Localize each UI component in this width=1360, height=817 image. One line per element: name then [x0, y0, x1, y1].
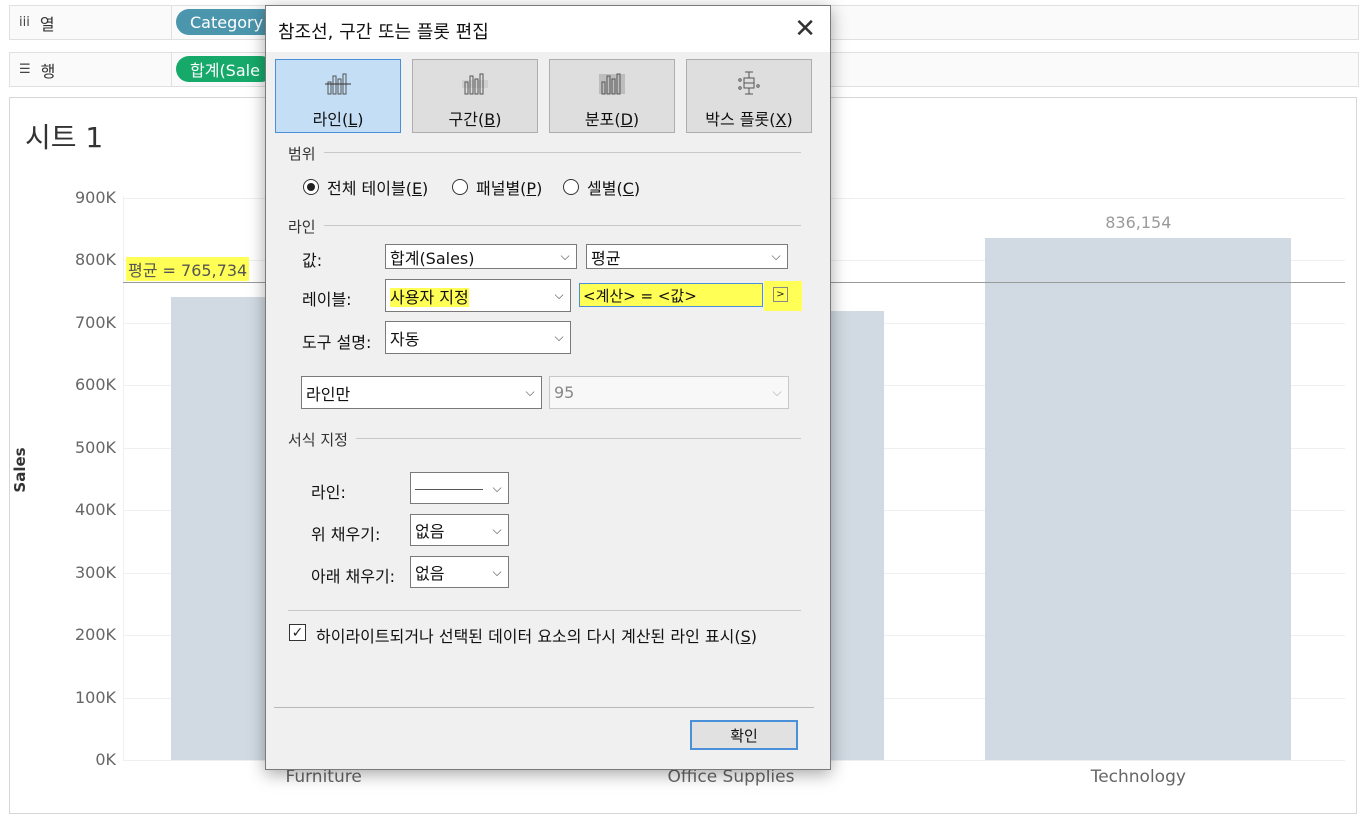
x-tick-label: Furniture [285, 767, 362, 787]
category-pill[interactable]: Category [176, 9, 278, 35]
y-tick-label: 200K [74, 625, 116, 645]
tab-distribution[interactable]: 분포(D) [549, 59, 675, 133]
label-text-input[interactable]: <계산> = <값> [579, 283, 763, 307]
y-axis-line [123, 196, 124, 761]
fill-above-select[interactable]: 없음 ⌵ [410, 514, 509, 546]
fill-below-select[interactable]: 없음 ⌵ [410, 556, 509, 588]
distribution-icon [599, 73, 625, 95]
tab-box-plot-label: 박스 플롯 [705, 110, 770, 129]
close-icon[interactable]: ✕ [794, 14, 816, 44]
chevron-down-icon: ⌵ [772, 385, 782, 399]
sheet-title: 시트 1 [25, 121, 104, 154]
y-tick-label: 500K [74, 437, 116, 457]
tab-distribution-label: 분포 [584, 110, 615, 129]
y-tick-label: 900K [74, 188, 116, 207]
tab-box-plot[interactable]: 박스 플롯(X) [686, 59, 812, 133]
reference-line-label: 평균 = 765,734 [126, 256, 250, 281]
chevron-down-icon: ⌵ [492, 564, 502, 579]
tab-band-label: 구간 [448, 110, 478, 129]
recalc-checkbox-label[interactable]: 하이라이트되거나 선택된 데이터 요소의 다시 계산된 라인 표시(S) [316, 623, 757, 647]
line-style-label: 라인: [311, 483, 346, 502]
y-tick-label: 400K [74, 500, 116, 520]
line-type-select[interactable]: 라인만 ⌵ [301, 376, 542, 409]
rows-shelf-label: ☰ 행 [10, 53, 172, 86]
line-style-swatch [415, 488, 483, 490]
chevron-down-icon: ⌵ [554, 288, 564, 302]
format-group-label: 서식 지정 [288, 429, 356, 450]
rows-icon: ☰ [19, 62, 31, 77]
y-tick-label: 100K [74, 687, 116, 707]
tab-line[interactable]: 라인(L) [275, 59, 401, 133]
fill-below-label: 아래 채우기: [311, 567, 396, 586]
chevron-down-icon: ⌵ [771, 249, 781, 263]
chevron-down-icon: ⌵ [560, 249, 570, 263]
x-tick-label: Technology [1090, 767, 1186, 787]
columns-shelf-label: iii 열 [10, 6, 172, 39]
check-icon: ✓ [291, 624, 304, 641]
format-divider [288, 438, 801, 439]
y-tick-label: 700K [74, 312, 116, 332]
line-group-label: 라인 [288, 216, 324, 237]
value-field-select[interactable]: 합계(Sales) ⌵ [385, 244, 577, 269]
footer-divider [274, 707, 814, 708]
label-label: 레이블: [302, 290, 352, 309]
value-label: 값: [302, 251, 323, 270]
radio-circle [563, 179, 579, 195]
sales-pill[interactable]: 합계(Sale [176, 56, 274, 82]
chevron-down-icon: ⌵ [525, 385, 535, 399]
y-tick-label: 800K [74, 250, 116, 270]
y-tick-label: 0K [95, 750, 116, 769]
dialog-title: 참조선, 구간 또는 플롯 편집 [278, 22, 489, 43]
scope-divider [288, 152, 801, 153]
recalc-checkbox[interactable]: ✓ [289, 624, 306, 641]
tooltip-select[interactable]: 자동 ⌵ [385, 321, 571, 354]
radio-per-cell[interactable]: 셀별(C) [563, 175, 640, 199]
tab-line-label: 라인 [312, 110, 343, 129]
line-divider [288, 225, 801, 226]
dialog-titlebar: 참조선, 구간 또는 플롯 편집 ✕ [266, 6, 830, 52]
x-tick-label: Office Supplies [667, 767, 795, 787]
insert-field-button[interactable]: > [773, 287, 788, 302]
y-tick-label: 600K [74, 375, 116, 395]
band-icon [462, 73, 488, 95]
line-style-select[interactable]: ⌵ [410, 472, 509, 504]
radio-per-pane[interactable]: 패널별(P) [452, 175, 542, 199]
box-plot-icon [738, 71, 760, 95]
line-chart-icon [325, 73, 351, 95]
radio-circle [452, 179, 468, 195]
chevron-down-icon: ⌵ [492, 522, 502, 537]
fill-above-label: 위 채우기: [311, 525, 381, 544]
radio-entire-table[interactable]: 전체 테이블(E) [303, 175, 428, 199]
bar-technology[interactable] [985, 237, 1292, 760]
label-type-select[interactable]: 사용자 지정 ⌵ [385, 279, 571, 312]
reference-line-dialog: 참조선, 구간 또는 플롯 편집 ✕ 라인(L) 구간(B) 분포(D) 박스 … [265, 5, 831, 770]
tooltip-label: 도구 설명: [302, 333, 372, 352]
confidence-select: 95 ⌵ [549, 376, 789, 409]
radio-circle [303, 179, 319, 195]
y-tick-label: 300K [74, 562, 116, 582]
tab-band[interactable]: 구간(B) [412, 59, 538, 133]
scope-group-label: 범위 [288, 143, 324, 164]
chevron-down-icon: ⌵ [492, 480, 502, 495]
y-axis-label: Sales [11, 447, 29, 493]
bar-data-label: 836,154 [1105, 212, 1172, 232]
columns-icon: iii [19, 15, 30, 30]
checkbox-divider [288, 610, 801, 611]
chevron-down-icon: ⌵ [554, 330, 564, 344]
aggregation-select[interactable]: 평균 ⌵ [586, 244, 788, 269]
ok-button[interactable]: 확인 [690, 720, 798, 750]
